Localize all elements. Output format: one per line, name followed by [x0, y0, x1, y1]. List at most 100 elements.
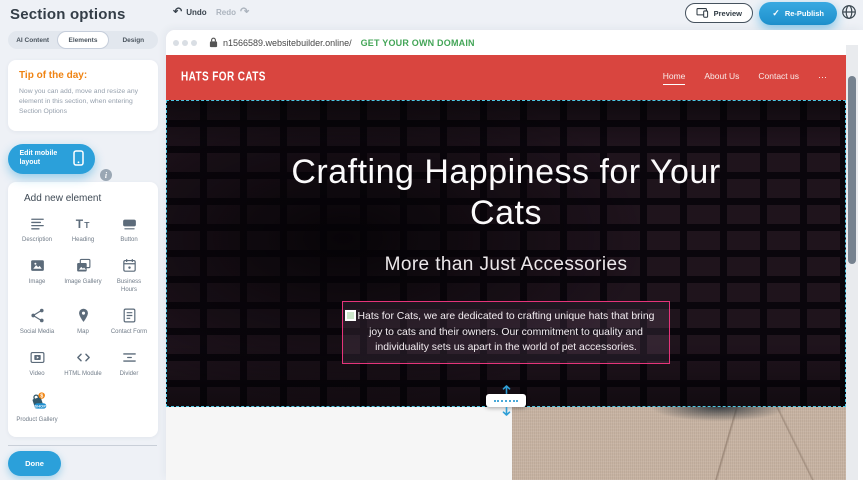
tip-body: Now you can add, move and resize any ele…	[19, 87, 147, 118]
devices-icon	[696, 7, 709, 20]
add-element-divider[interactable]: Divider	[106, 349, 152, 378]
svg-text:T: T	[84, 219, 90, 229]
site-header: HATS FOR CATS Home About Us Contact us ⋯	[166, 55, 846, 100]
next-section-blank	[166, 407, 512, 480]
tab-design[interactable]: Design	[109, 31, 158, 49]
hero-paragraph-box-selected[interactable]: Hats for Cats, we are dedicated to craft…	[342, 301, 670, 364]
phone-icon	[73, 150, 84, 168]
element-label: Social Media	[20, 328, 54, 336]
tab-elements[interactable]: Elements	[57, 31, 108, 49]
carpet-photo	[512, 407, 846, 480]
element-label: Product Gallery	[16, 416, 57, 424]
scrollbar-thumb[interactable]	[848, 76, 856, 264]
business-hours-icon	[121, 257, 138, 274]
site-preview-region: n1566589.websitebuilder.online/ GET YOUR…	[166, 30, 863, 480]
tip-title: Tip of the day:	[19, 70, 147, 81]
divider-icon	[121, 349, 138, 366]
map-pin-icon	[75, 307, 92, 324]
element-label: Description	[22, 236, 52, 244]
redo-icon: ↷	[240, 7, 249, 18]
hero-subheading[interactable]: More than Just Accessories	[167, 254, 845, 276]
add-element-description[interactable]: Description	[14, 215, 60, 244]
preview-button[interactable]: Preview	[685, 3, 753, 23]
element-label: Divider	[120, 370, 139, 378]
nav-home[interactable]: Home	[663, 71, 686, 85]
add-element-button[interactable]: Button	[106, 215, 152, 244]
html-module-icon	[75, 349, 92, 366]
element-label: Button	[120, 236, 137, 244]
redo-label: Redo	[216, 8, 236, 17]
page-title: Section options	[10, 6, 126, 23]
window-dot	[191, 40, 197, 46]
get-domain-link[interactable]: GET YOUR OWN DOMAIN	[361, 38, 475, 48]
undo-button[interactable]: ↶ Undo	[173, 7, 207, 18]
nav-about-us[interactable]: About Us	[704, 71, 739, 84]
check-icon: ✓	[772, 8, 780, 19]
contact-form-icon	[121, 307, 138, 324]
hero-heading[interactable]: Crafting Happiness for Your Cats	[266, 152, 746, 235]
hero-paragraph: Hats for Cats, we are dedicated to craft…	[358, 311, 655, 353]
element-label: Contact Form	[111, 328, 147, 336]
republish-label: Re-Publish	[785, 9, 824, 18]
text-box-handle[interactable]	[345, 310, 356, 321]
add-element-heading[interactable]: TT Heading	[60, 215, 106, 244]
window-dot	[173, 40, 179, 46]
site-nav: Home About Us Contact us ⋯	[663, 71, 828, 85]
svg-text:SHOP: SHOP	[34, 404, 46, 408]
site-logo[interactable]: HATS FOR CATS	[181, 70, 266, 84]
add-element-map[interactable]: Map	[60, 307, 106, 336]
done-button[interactable]: Done	[8, 451, 61, 476]
arrow-up-icon	[502, 385, 511, 394]
add-element-image[interactable]: Image	[14, 257, 60, 294]
add-element-video[interactable]: Video	[14, 349, 60, 378]
sidebar: AI Content Elements Design Tip of the da…	[0, 30, 166, 480]
nav-more-button[interactable]: ⋯	[818, 72, 828, 83]
section-resize-handle[interactable]	[486, 385, 526, 416]
element-label: HTML Module	[64, 370, 101, 378]
sidebar-tabbar: AI Content Elements Design	[8, 31, 158, 49]
image-gallery-icon	[75, 257, 92, 274]
language-globe-button[interactable]	[840, 5, 858, 23]
arrow-down-icon	[502, 407, 511, 416]
topbar: Section options ↶ Undo Redo ↷ Preview ✓ …	[0, 0, 863, 30]
element-label: Video	[29, 370, 44, 378]
lock-icon	[209, 37, 218, 48]
tip-of-the-day-panel: Tip of the day: Now you can add, move an…	[8, 60, 158, 131]
edit-mobile-layout-button[interactable]: Edit mobile layout	[8, 144, 95, 174]
resize-grip[interactable]	[486, 394, 526, 407]
element-label: Business Hours	[108, 278, 150, 294]
grip-dots-icon	[494, 400, 518, 402]
redo-button[interactable]: Redo ↷	[216, 7, 249, 18]
add-element-title: Add new element	[24, 193, 152, 204]
video-icon	[29, 349, 46, 366]
info-icon[interactable]: i	[100, 169, 112, 181]
next-section[interactable]	[166, 407, 846, 480]
image-icon	[29, 257, 46, 274]
add-element-business-hours[interactable]: Business Hours	[106, 257, 152, 294]
element-grid: Description TT Heading Button Image Imag…	[14, 215, 152, 425]
edit-mobile-label: Edit mobile layout	[20, 150, 66, 167]
preview-scrollbar[interactable]	[846, 45, 858, 480]
nav-contact-us[interactable]: Contact us	[758, 71, 799, 84]
add-element-product-gallery[interactable]: $ SHOP Product Gallery	[14, 391, 60, 424]
social-media-icon	[29, 307, 46, 324]
add-element-social-media[interactable]: Social Media	[14, 307, 60, 336]
add-element-html-module[interactable]: HTML Module	[60, 349, 106, 378]
add-new-element-panel: Add new element Description TT Heading B…	[8, 182, 158, 438]
product-gallery-icon: $ SHOP	[27, 391, 48, 412]
element-label: Map	[77, 328, 89, 336]
element-label: Heading	[72, 236, 94, 244]
globe-icon	[841, 4, 857, 25]
tab-ai-content[interactable]: AI Content	[8, 31, 57, 49]
preview-label: Preview	[714, 9, 742, 18]
republish-button[interactable]: ✓ Re-Publish	[759, 2, 837, 25]
element-label: Image Gallery	[64, 278, 101, 286]
sidebar-divider	[8, 445, 157, 446]
add-element-image-gallery[interactable]: Image Gallery	[60, 257, 106, 294]
element-label: Image	[29, 278, 46, 286]
add-element-contact-form[interactable]: Contact Form	[106, 307, 152, 336]
hero-section-selected[interactable]: Crafting Happiness for Your Cats More th…	[166, 100, 846, 407]
undo-icon: ↶	[173, 7, 182, 18]
svg-text:$: $	[40, 394, 43, 400]
site-url: n1566589.websitebuilder.online/	[223, 38, 352, 48]
